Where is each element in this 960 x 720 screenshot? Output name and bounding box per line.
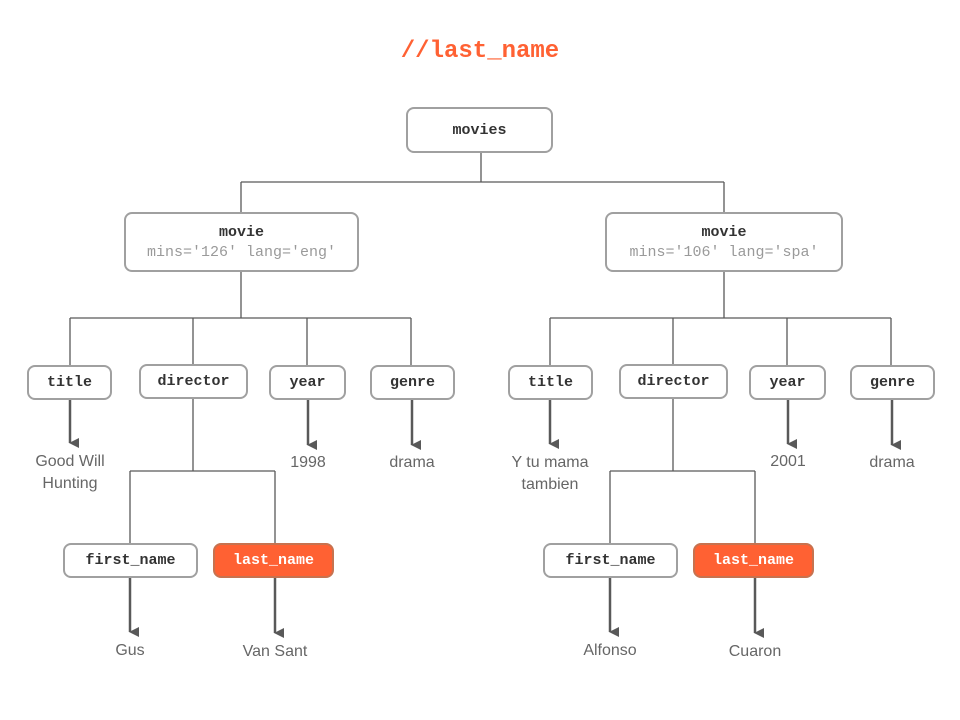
node-title-1[interactable]: title	[27, 365, 112, 400]
value-year-2: 2001	[770, 453, 806, 470]
value-first-name-1: Gus	[115, 642, 145, 659]
node-attributes: mins='126' lang='eng'	[146, 243, 337, 261]
value-year-1: 1998	[290, 454, 326, 471]
node-tag: genre	[869, 374, 915, 391]
node-tag: year	[769, 374, 806, 391]
value-last-name-1: Van Sant	[242, 643, 308, 660]
node-director-1[interactable]: director	[139, 364, 248, 399]
node-tag: first_name	[565, 552, 656, 569]
node-tag: movie	[701, 223, 747, 241]
value-last-name-2: Cuaron	[728, 643, 782, 660]
node-tag: first_name	[85, 552, 176, 569]
node-first-name-2[interactable]: first_name	[543, 543, 678, 578]
node-tag: year	[289, 374, 326, 391]
node-tag: movie	[218, 223, 264, 241]
value-title-1: Good Will Hunting	[35, 453, 105, 492]
node-first-name-1[interactable]: first_name	[63, 543, 198, 578]
node-year-2[interactable]: year	[749, 365, 826, 400]
value-genre-1: drama	[389, 454, 435, 471]
node-movie-1[interactable]: movie mins='126' lang='eng'	[124, 212, 359, 272]
node-tag: director	[157, 373, 230, 390]
node-tag: last_name	[232, 552, 314, 569]
node-last-name-1-highlighted[interactable]: last_name	[213, 543, 334, 578]
node-last-name-2-highlighted[interactable]: last_name	[693, 543, 814, 578]
node-director-2[interactable]: director	[619, 364, 728, 399]
node-genre-2[interactable]: genre	[850, 365, 935, 400]
value-first-name-2: Alfonso	[583, 642, 637, 659]
node-attributes: mins='106' lang='spa'	[629, 243, 819, 261]
value-title-2: Y tu mama tambien	[511, 454, 589, 493]
node-tag: title	[527, 374, 573, 391]
node-movie-2[interactable]: movie mins='106' lang='spa'	[605, 212, 843, 272]
node-tag: last_name	[712, 552, 794, 569]
node-title-2[interactable]: title	[508, 365, 593, 400]
node-tag: genre	[389, 374, 435, 391]
value-genre-2: drama	[869, 454, 915, 471]
node-genre-1[interactable]: genre	[370, 365, 455, 400]
node-tag: movies	[452, 121, 507, 139]
node-tag: title	[46, 374, 92, 391]
node-movies[interactable]: movies	[406, 107, 553, 153]
node-tag: director	[637, 373, 710, 390]
node-year-1[interactable]: year	[269, 365, 346, 400]
